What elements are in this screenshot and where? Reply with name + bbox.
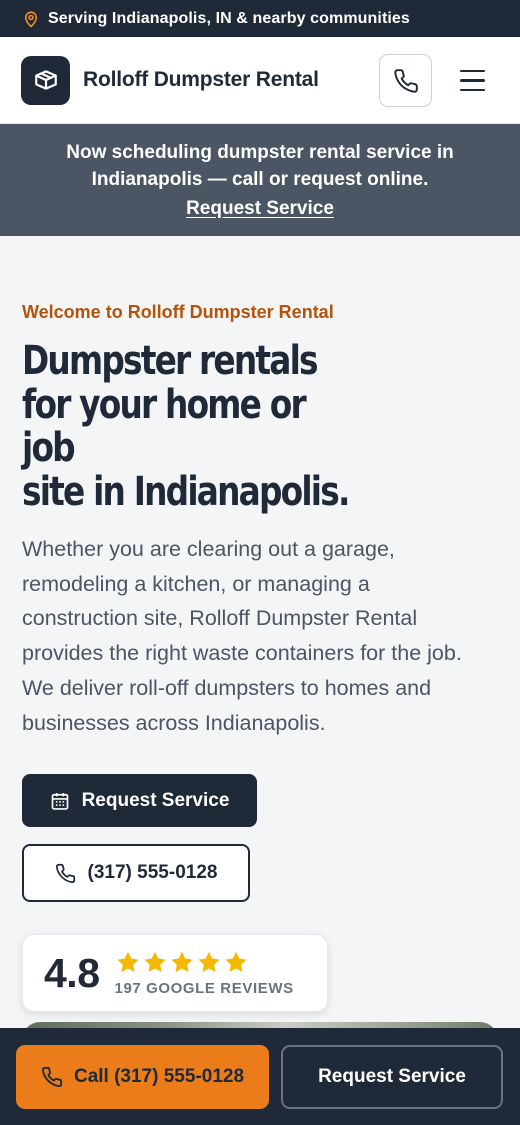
- top-announcement-bar: Serving Indianapolis, IN & nearby commun…: [0, 0, 520, 37]
- logo[interactable]: [21, 55, 70, 105]
- star-rating: [115, 950, 294, 975]
- phone-number-label: (317) 555-0128: [87, 862, 218, 884]
- site-header: Rolloff Dumpster Rental: [0, 37, 520, 124]
- service-area-text: Serving Indianapolis, IN & nearby commun…: [48, 9, 410, 27]
- request-service-label: Request Service: [81, 789, 230, 811]
- calendar-icon: [51, 792, 68, 810]
- sticky-call-button[interactable]: Call (317) 555-0128: [16, 1044, 269, 1109]
- rating-score: 4.8: [44, 949, 100, 996]
- star-icon: [116, 951, 139, 972]
- phone-icon: [393, 68, 418, 93]
- sticky-bottom-cta-bar: Call (317) 555-0128 Request Service: [0, 1028, 520, 1125]
- hero-section: Welcome to Rolloff Dumpster Rental Dumps…: [0, 236, 520, 1013]
- google-rating-card: 4.8 197 GOOGLE REVIEWS: [22, 934, 328, 1013]
- description-line: provides the right waste containers for …: [22, 641, 462, 666]
- banner-request-service-link[interactable]: Request Service: [186, 198, 334, 220]
- star-icon: [197, 951, 220, 972]
- banner-line-2: Indianapolis — call or request online.: [91, 169, 429, 190]
- star-icon: [143, 951, 166, 972]
- description-line: remodeling a kitchen, or managing a: [22, 571, 370, 596]
- review-count: 197 GOOGLE REVIEWS: [114, 979, 294, 997]
- description-line: construction site, Rolloff Dumpster Rent…: [22, 606, 418, 631]
- description-line: We deliver roll-off dumpsters to homes a…: [22, 675, 432, 700]
- phone-icon: [55, 863, 75, 883]
- call-phone-button[interactable]: (317) 555-0128: [22, 844, 250, 903]
- scheduling-banner: Now scheduling dumpster rental service i…: [0, 124, 520, 236]
- hamburger-menu-icon: [460, 69, 485, 73]
- star-icon: [170, 951, 193, 972]
- headline-line: for your home or job: [22, 381, 307, 471]
- hamburger-menu-button[interactable]: [454, 54, 491, 107]
- welcome-eyebrow: Welcome to Rolloff Dumpster Rental: [22, 302, 334, 322]
- sticky-request-label: Request Service: [318, 1065, 466, 1087]
- banner-line-1: Now scheduling dumpster rental service i…: [66, 142, 454, 163]
- request-service-button[interactable]: Request Service: [22, 774, 257, 828]
- star-icon: [224, 951, 247, 972]
- phone-icon: [41, 1066, 63, 1087]
- description-line: Whether you are clearing out a garage,: [22, 537, 395, 561]
- sticky-request-service-button[interactable]: Request Service: [281, 1044, 503, 1109]
- description-line: businesses across Indianapolis.: [22, 710, 326, 735]
- menu-line: [460, 88, 485, 92]
- rating-details: 197 GOOGLE REVIEWS: [115, 950, 294, 997]
- hero-description: Whether you are clearing out a garage, r…: [22, 532, 502, 740]
- sticky-call-label: Call (317) 555-0128: [73, 1065, 245, 1087]
- map-pin-icon: [24, 11, 38, 28]
- menu-line: [460, 79, 485, 82]
- brand-name[interactable]: Rolloff Dumpster Rental: [83, 68, 319, 92]
- headline-line: Dumpster rentals: [22, 338, 319, 384]
- hero-headline: Dumpster rentals for your home or job si…: [22, 338, 350, 515]
- headline-line: site in Indianapolis.: [22, 468, 350, 515]
- header-call-button[interactable]: [379, 54, 432, 107]
- box-icon: [34, 70, 57, 90]
